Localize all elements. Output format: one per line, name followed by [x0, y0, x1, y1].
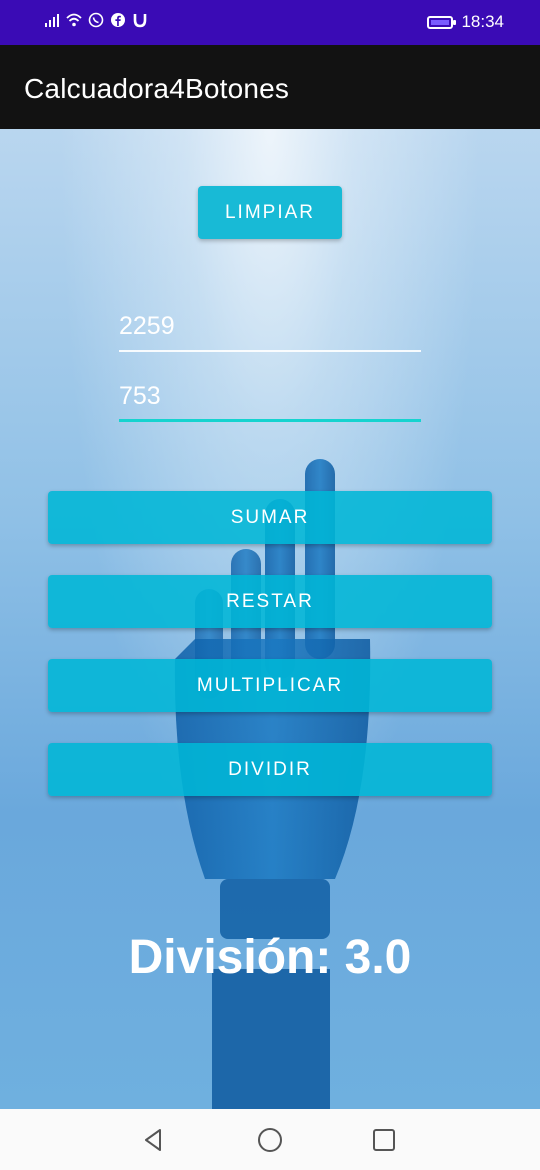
- result-text: División: 3.0: [128, 931, 412, 984]
- app-bar: Calcuadora4Botones: [0, 45, 540, 129]
- status-icons-left: [44, 12, 148, 28]
- navigation-bar: [0, 1109, 540, 1170]
- divide-button[interactable]: DIVIDIR: [48, 743, 492, 796]
- first-number-input[interactable]: 2259: [119, 306, 421, 352]
- magnet-icon: [133, 14, 147, 28]
- back-icon[interactable]: [140, 1126, 168, 1154]
- facebook-icon: [111, 13, 125, 27]
- input-underline-focused: [119, 419, 421, 422]
- app-title: Calcuadora4Botones: [24, 73, 290, 104]
- add-button[interactable]: SUMAR: [48, 491, 492, 544]
- home-icon[interactable]: [256, 1126, 284, 1154]
- second-number-input[interactable]: 753: [119, 376, 421, 422]
- recents-icon[interactable]: [370, 1126, 398, 1154]
- status-time: 18:34: [461, 12, 504, 31]
- multiply-button[interactable]: MULTIPLICAR: [48, 659, 492, 712]
- input-underline: [119, 350, 421, 352]
- status-icons-right: 18:34: [427, 12, 504, 32]
- wifi-icon: [66, 13, 82, 27]
- subtract-button[interactable]: RESTAR: [48, 575, 492, 628]
- whatsapp-icon: [88, 12, 104, 28]
- signal-icon: [45, 14, 59, 27]
- status-bar: 18:34: [0, 0, 540, 45]
- second-number-value: 753: [119, 382, 161, 410]
- app-screen: 18:34 Calcuadora4Botones LIMPIAR 2259 75…: [0, 0, 540, 1170]
- first-number-value: 2259: [119, 312, 175, 340]
- clear-button[interactable]: LIMPIAR: [198, 186, 342, 239]
- battery-icon: [427, 15, 457, 29]
